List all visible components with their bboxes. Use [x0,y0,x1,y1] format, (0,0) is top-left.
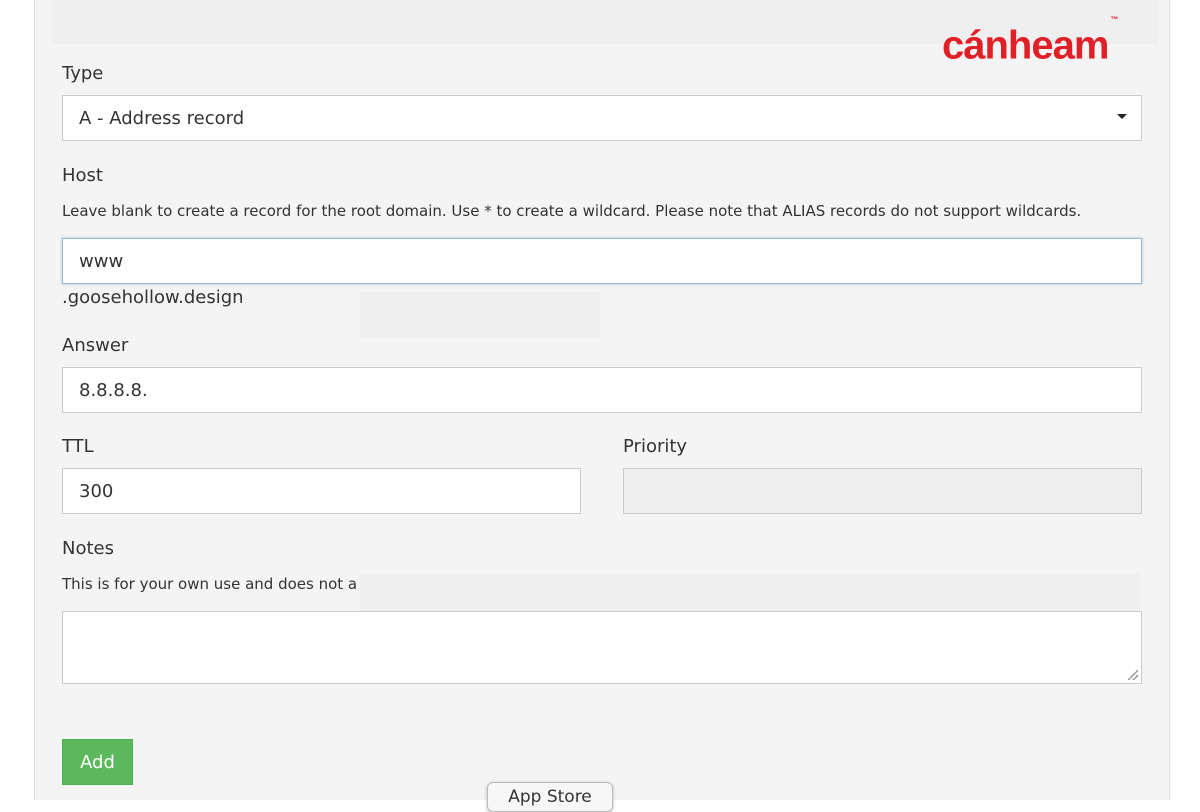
host-help-text: Leave blank to create a record for the r… [62,202,1082,220]
redacted-area [360,574,1140,611]
type-select-value: A - Address record [79,107,245,129]
answer-input[interactable]: 8.8.8.8. [62,367,1142,413]
host-label: Host [62,165,103,186]
answer-label: Answer [62,335,129,356]
brand-logo-text: cánheam [942,23,1109,68]
host-input[interactable]: www [62,238,1142,284]
notes-textarea[interactable] [62,611,1142,684]
priority-input [623,468,1142,514]
trademark-mark: ™ [1110,15,1118,24]
answer-input-value: 8.8.8.8. [79,379,148,401]
host-domain-suffix: .goosehollow.design [62,287,244,308]
app-store-tooltip: App Store [487,782,613,812]
type-label: Type [62,63,104,84]
resize-handle-icon[interactable] [1128,670,1138,680]
notes-help-text: This is for your own use and does not a [62,575,358,593]
ttl-label: TTL [62,436,94,457]
redacted-area [360,292,600,337]
notes-label: Notes [62,538,114,559]
ttl-input[interactable]: 300 [62,468,581,514]
ttl-input-value: 300 [79,480,114,502]
priority-label: Priority [623,436,688,457]
brand-logo: cánheam™ [942,15,1118,68]
chevron-down-icon [1117,114,1127,119]
add-button[interactable]: Add [62,739,133,785]
host-input-value: www [79,250,124,272]
type-select[interactable]: A - Address record [62,95,1142,141]
